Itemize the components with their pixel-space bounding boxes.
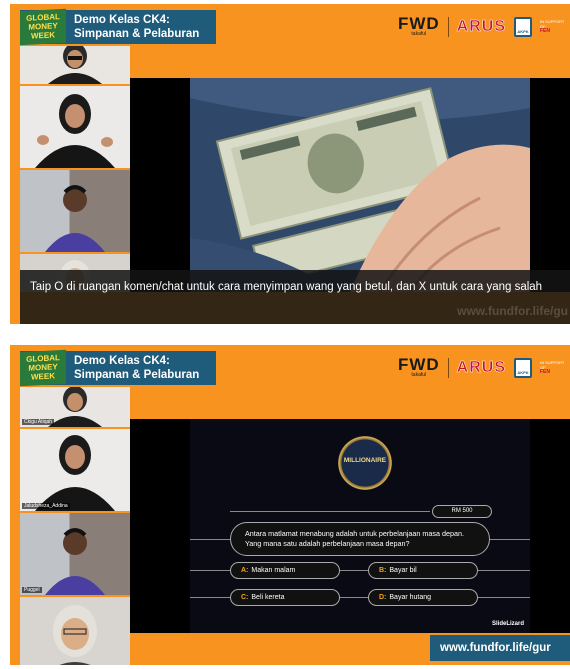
class-title-line1: Demo Kelas CK4: [74, 355, 170, 367]
participant-tile[interactable]: Ckigu Atiqah [20, 387, 130, 427]
photo-illustration [190, 78, 530, 292]
quiz-slide: MILLIONAIRE RM 500 Antara matlamat menab… [190, 419, 530, 633]
global-money-week-logo: GLOBAL MONEY WEEK [20, 8, 66, 46]
event-brand-banner: GLOBAL MONEY WEEK Demo Kelas CK4: Simpan… [20, 8, 216, 46]
answer-option-b[interactable]: B: Bayar bil [368, 562, 478, 579]
arus-logo: ARUS [456, 17, 506, 35]
akpk-badge-icon: AKPK [514, 357, 532, 378]
person-icon [45, 528, 105, 595]
divider [490, 539, 530, 540]
watermark-url: www.fundfor.life/gu [457, 304, 568, 318]
person-icon [53, 605, 97, 665]
divider [447, 16, 449, 37]
shared-screen [130, 78, 570, 292]
akpk-badge-icon: AKPK [514, 16, 532, 37]
person-icon [45, 185, 105, 252]
answer-option-d[interactable]: D: Bayar hutang [368, 589, 478, 606]
caption-bar: Taip O di ruangan komen/chat untuk cara … [20, 270, 570, 324]
support-logo: IN SUPPORT OF FEN [540, 360, 565, 375]
person-icon [35, 435, 115, 511]
class-title-line1: Demo Kelas CK4: [74, 14, 170, 26]
sponsor-logos: FWD takaful ARUS AKPK IN SUPPORT OF FEN [397, 14, 570, 37]
participant-tiles: Ckigu Atiqah Jaludsheza_Addina Puggel tj… [20, 387, 130, 665]
participant-tile[interactable]: Jaludsheza_Addina [20, 429, 130, 511]
answer-option-c[interactable]: C: Beli kereta [230, 589, 340, 606]
answer-option-a[interactable]: A: Makan malam [230, 562, 340, 579]
millionaire-logo: MILLIONAIRE [335, 433, 395, 493]
website-url: www.fundfor.life/gur [430, 635, 570, 661]
shared-screen: MILLIONAIRE RM 500 Antara matlamat menab… [130, 419, 570, 633]
person-icon [48, 46, 102, 84]
video-frame-1: GLOBAL MONEY WEEK Demo Kelas CK4: Simpan… [10, 4, 570, 324]
person-icon [35, 94, 115, 168]
participant-tile[interactable] [20, 86, 130, 168]
participant-tile[interactable]: Puggel [20, 513, 130, 595]
caption-text: Taip O di ruangan komen/chat untuk cara … [30, 281, 543, 293]
class-title-line2: Simpanan & Pelaburan [74, 28, 200, 40]
fwd-logo: FWD takaful [397, 14, 440, 37]
video-frame-2: GLOBAL MONEY WEEK Demo Kelas CK4: Simpan… [10, 345, 570, 665]
participant-name: Jaludsheza_Addina [22, 503, 70, 509]
money-in-pocket-image [190, 78, 530, 292]
divider [230, 511, 430, 512]
class-title-line2: Simpanan & Pelaburan [74, 369, 200, 381]
participant-name: Ckigu Atiqah [22, 419, 55, 425]
participant-tile[interactable]: tjcoesh [20, 597, 130, 665]
event-brand-banner: GLOBAL MONEY WEEK Demo Kelas CK4: Simpan… [20, 349, 216, 387]
arus-logo: ARUS [456, 358, 506, 376]
sponsor-logos: FWD takaful ARUS AKPK IN SUPPORT OF FEN [397, 355, 570, 378]
participant-tile[interactable] [20, 170, 130, 252]
prize-label: RM 500 [432, 505, 492, 518]
divider [190, 539, 230, 540]
participant-tile[interactable] [20, 46, 130, 84]
slidelizard-credit: SlideLizard [491, 621, 524, 627]
quiz-question: Antara matlamat menabung adalah untuk pe… [230, 522, 490, 556]
divider [447, 357, 449, 378]
participant-name: Puggel [22, 587, 42, 593]
participant-tiles [20, 46, 130, 294]
support-logo: IN SUPPORT OF FEN [540, 19, 565, 34]
fwd-logo: FWD takaful [397, 355, 440, 378]
global-money-week-logo: GLOBAL MONEY WEEK [20, 349, 66, 387]
